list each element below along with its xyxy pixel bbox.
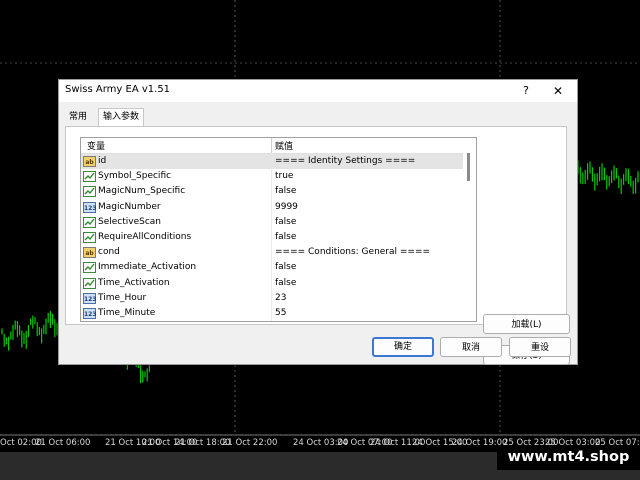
time-axis-label: 21 Oct 22:00 [222,438,278,448]
text-type-icon: ab [83,156,96,167]
parameter-value[interactable]: ==== Identity Settings ==== [275,156,415,166]
parameter-name: Immediate_Activation [98,262,197,273]
parameter-value[interactable]: false [275,278,296,288]
parameter-name: Time_Activation [98,277,170,288]
ea-properties-dialog: Swiss Army EA v1.51 ? ✕ 常用 输入参数 变量 赋值 ab… [58,79,578,365]
tab-general[interactable]: 常用 [65,109,91,126]
number-type-icon: 123 [83,201,97,213]
load-button[interactable]: 加载(L) [483,314,570,334]
parameter-name: MagicNum_Specific [98,186,186,197]
parameter-row[interactable]: Immediate_Activation false [81,260,463,275]
parameter-row[interactable]: SelectiveScan false [81,215,463,230]
parameter-value[interactable]: false [275,232,296,242]
boolean-type-icon [83,277,96,289]
boolean-type-icon [83,171,96,183]
header-value[interactable]: 赋值 [275,139,293,152]
parameter-row[interactable]: 123 Time_Hour 23 [81,291,463,306]
reset-button[interactable]: 重设 [509,337,571,357]
watermark: www.mt4.shop [497,445,640,470]
parameter-name: Time_Hour [98,292,147,303]
number-type-icon: 123 [83,308,97,319]
dialog-title: Swiss Army EA v1.51 [65,84,171,95]
parameter-name: Time_Minute [98,308,156,318]
parameter-row[interactable]: ab cond ==== Conditions: General ==== [81,245,463,260]
boolean-type-icon [83,232,96,243]
parameter-value[interactable]: true [275,171,293,181]
time-axis-label: 21 Oct 06:00 [35,438,91,448]
inputs-panel: 变量 赋值 ab id ==== Identity Settings ==== Sym… [65,126,570,365]
parameter-row[interactable]: RequireAllConditions false [81,230,463,245]
parameter-value[interactable]: 9999 [275,202,298,212]
parameter-value[interactable]: false [275,217,296,227]
boolean-type-icon [83,216,96,228]
tab-inputs[interactable]: 输入参数 [98,108,145,127]
parameter-row[interactable]: 123 Time_Minute 55 [81,306,463,321]
parameter-row[interactable]: 123 MagicNumber 9999 [81,200,463,215]
parameter-name: cond [98,247,120,258]
vertical-scrollbar[interactable] [463,153,476,321]
parameter-name: RequireAllConditions [98,232,192,242]
parameter-value[interactable]: false [275,186,296,196]
parameter-name: Symbol_Specific [98,171,172,182]
cancel-button[interactable]: 取消 [440,337,502,357]
parameter-value[interactable]: 55 [275,308,286,318]
help-button[interactable]: ? [517,82,535,100]
boolean-type-icon [83,262,96,274]
parameters-grid: 变量 赋值 ab id ==== Identity Settings ==== Sym… [80,137,477,322]
parameter-value[interactable]: false [275,262,296,272]
dialog-titlebar: Swiss Army EA v1.51 ? ✕ [59,80,577,102]
parameter-row[interactable]: ab id ==== Identity Settings ==== [81,154,463,170]
parameter-row[interactable]: MagicNum_Specific false [81,184,463,199]
parameter-row[interactable]: Symbol_Specific true [81,169,463,184]
parameter-row[interactable]: Time_Activation false [81,276,463,291]
grid-header: 变量 赋值 [81,138,476,154]
header-variable[interactable]: 变量 [87,139,105,152]
parameter-name: id [98,156,107,166]
parameter-name: SelectiveScan [98,216,162,227]
parameter-name: MagicNumber [98,201,161,212]
scroll-thumb[interactable] [467,153,470,181]
number-type-icon: 123 [83,292,97,304]
parameter-value[interactable]: 23 [275,293,286,303]
text-type-icon: ab [83,247,96,259]
close-button[interactable]: ✕ [549,82,567,100]
ok-button[interactable]: 确定 [372,337,434,357]
header-divider [271,138,272,153]
boolean-type-icon [83,186,96,198]
parameter-value[interactable]: ==== Conditions: General ==== [275,247,430,257]
